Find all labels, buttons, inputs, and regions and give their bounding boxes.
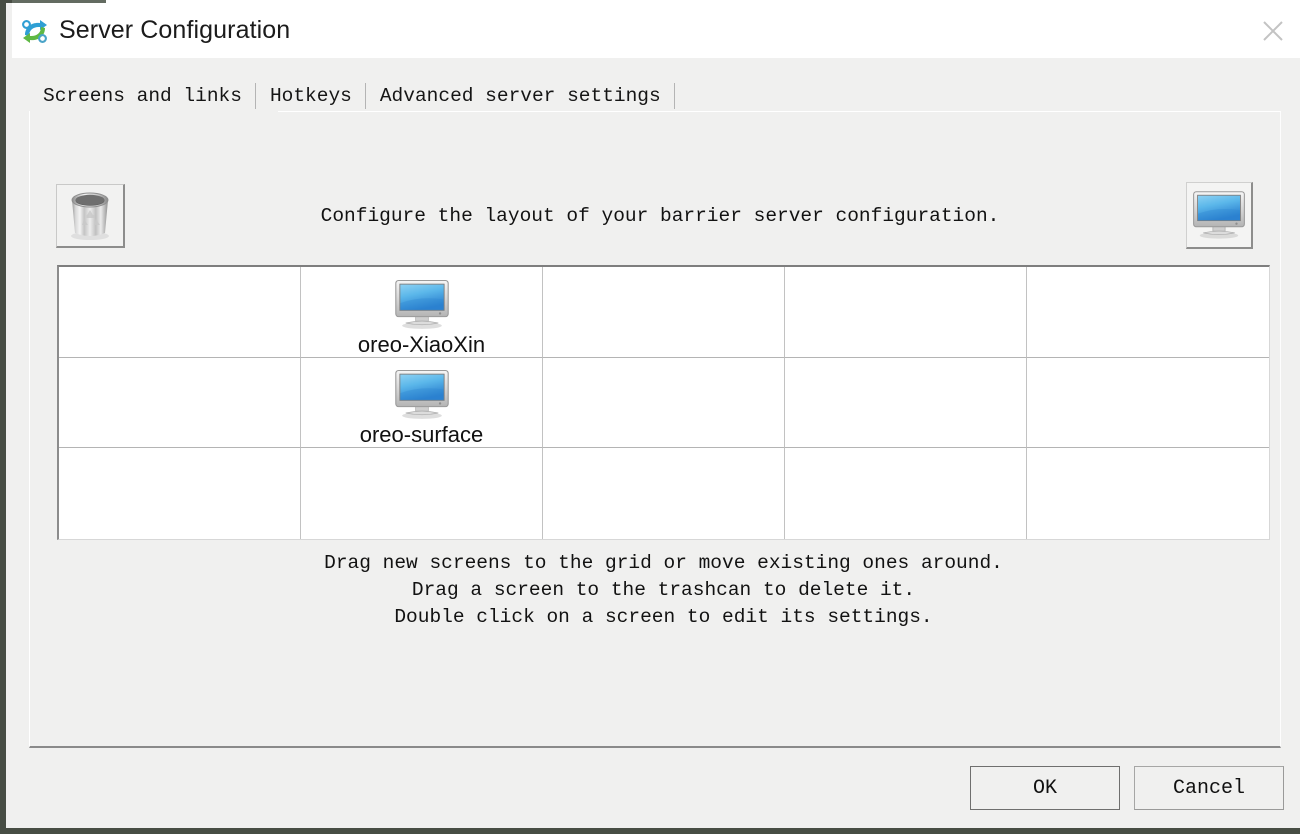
close-icon[interactable] — [1246, 3, 1300, 58]
tab-bar: Screens and links Hotkeys Advanced serve… — [29, 80, 1281, 112]
grid-cell[interactable] — [1027, 448, 1269, 539]
grid-cell[interactable]: oreo-XiaoXin — [301, 267, 543, 358]
tab-content-panel: Configure the layout of your barrier ser… — [29, 111, 1281, 748]
grid-cell[interactable] — [1027, 358, 1269, 449]
instruction-line: Drag new screens to the grid or move exi… — [57, 550, 1270, 577]
dialog-body: Screens and links Hotkeys Advanced serve… — [12, 58, 1300, 828]
grid-cell[interactable] — [59, 267, 301, 358]
grid-cell[interactable] — [543, 448, 785, 539]
tab-label: Screens and links — [43, 85, 242, 107]
dialog-button-row: OK Cancel — [970, 766, 1284, 810]
tab-label: Hotkeys — [270, 85, 352, 107]
title-bar: Server Configuration — [12, 3, 1300, 58]
tab-separator — [674, 83, 675, 109]
grid-cell[interactable] — [543, 358, 785, 449]
grid-cell[interactable] — [1027, 267, 1269, 358]
cancel-button[interactable]: Cancel — [1134, 766, 1284, 810]
tab-screens-and-links[interactable]: Screens and links — [29, 80, 256, 112]
tab-hotkeys[interactable]: Hotkeys — [256, 80, 366, 112]
grid-cell[interactable] — [785, 448, 1027, 539]
ok-button[interactable]: OK — [970, 766, 1120, 810]
grid-cell[interactable] — [785, 267, 1027, 358]
monitor-icon[interactable] — [1186, 182, 1253, 249]
instruction-line: Drag a screen to the trashcan to delete … — [57, 577, 1270, 604]
window-title: Server Configuration — [59, 16, 290, 45]
trashcan-icon[interactable] — [56, 184, 125, 248]
screen-grid[interactable]: oreo-XiaoXin — [57, 265, 1270, 540]
screen-item[interactable]: oreo-surface — [301, 358, 542, 448]
grid-cell[interactable] — [59, 448, 301, 539]
tab-advanced-server-settings[interactable]: Advanced server settings — [366, 80, 675, 112]
monitor-icon — [393, 366, 451, 422]
panel-description: Configure the layout of your barrier ser… — [160, 205, 1160, 227]
tab-label: Advanced server settings — [380, 85, 661, 107]
screen-item[interactable]: oreo-XiaoXin — [301, 267, 542, 357]
grid-cell[interactable]: oreo-surface — [301, 358, 543, 449]
instructions-text: Drag new screens to the grid or move exi… — [57, 550, 1270, 631]
instruction-line: Double click on a screen to edit its set… — [57, 604, 1270, 631]
monitor-icon — [393, 276, 451, 332]
panel-tab-join — [30, 111, 278, 113]
barrier-logo-icon — [20, 16, 50, 46]
grid-cell[interactable] — [543, 267, 785, 358]
screen-label: oreo-surface — [360, 423, 484, 446]
grid-cell[interactable] — [785, 358, 1027, 449]
grid-cell[interactable] — [59, 358, 301, 449]
screen-label: oreo-XiaoXin — [358, 333, 485, 356]
grid-cell[interactable] — [301, 448, 543, 539]
server-configuration-window: Server Configuration Screens and links H… — [0, 0, 1300, 834]
